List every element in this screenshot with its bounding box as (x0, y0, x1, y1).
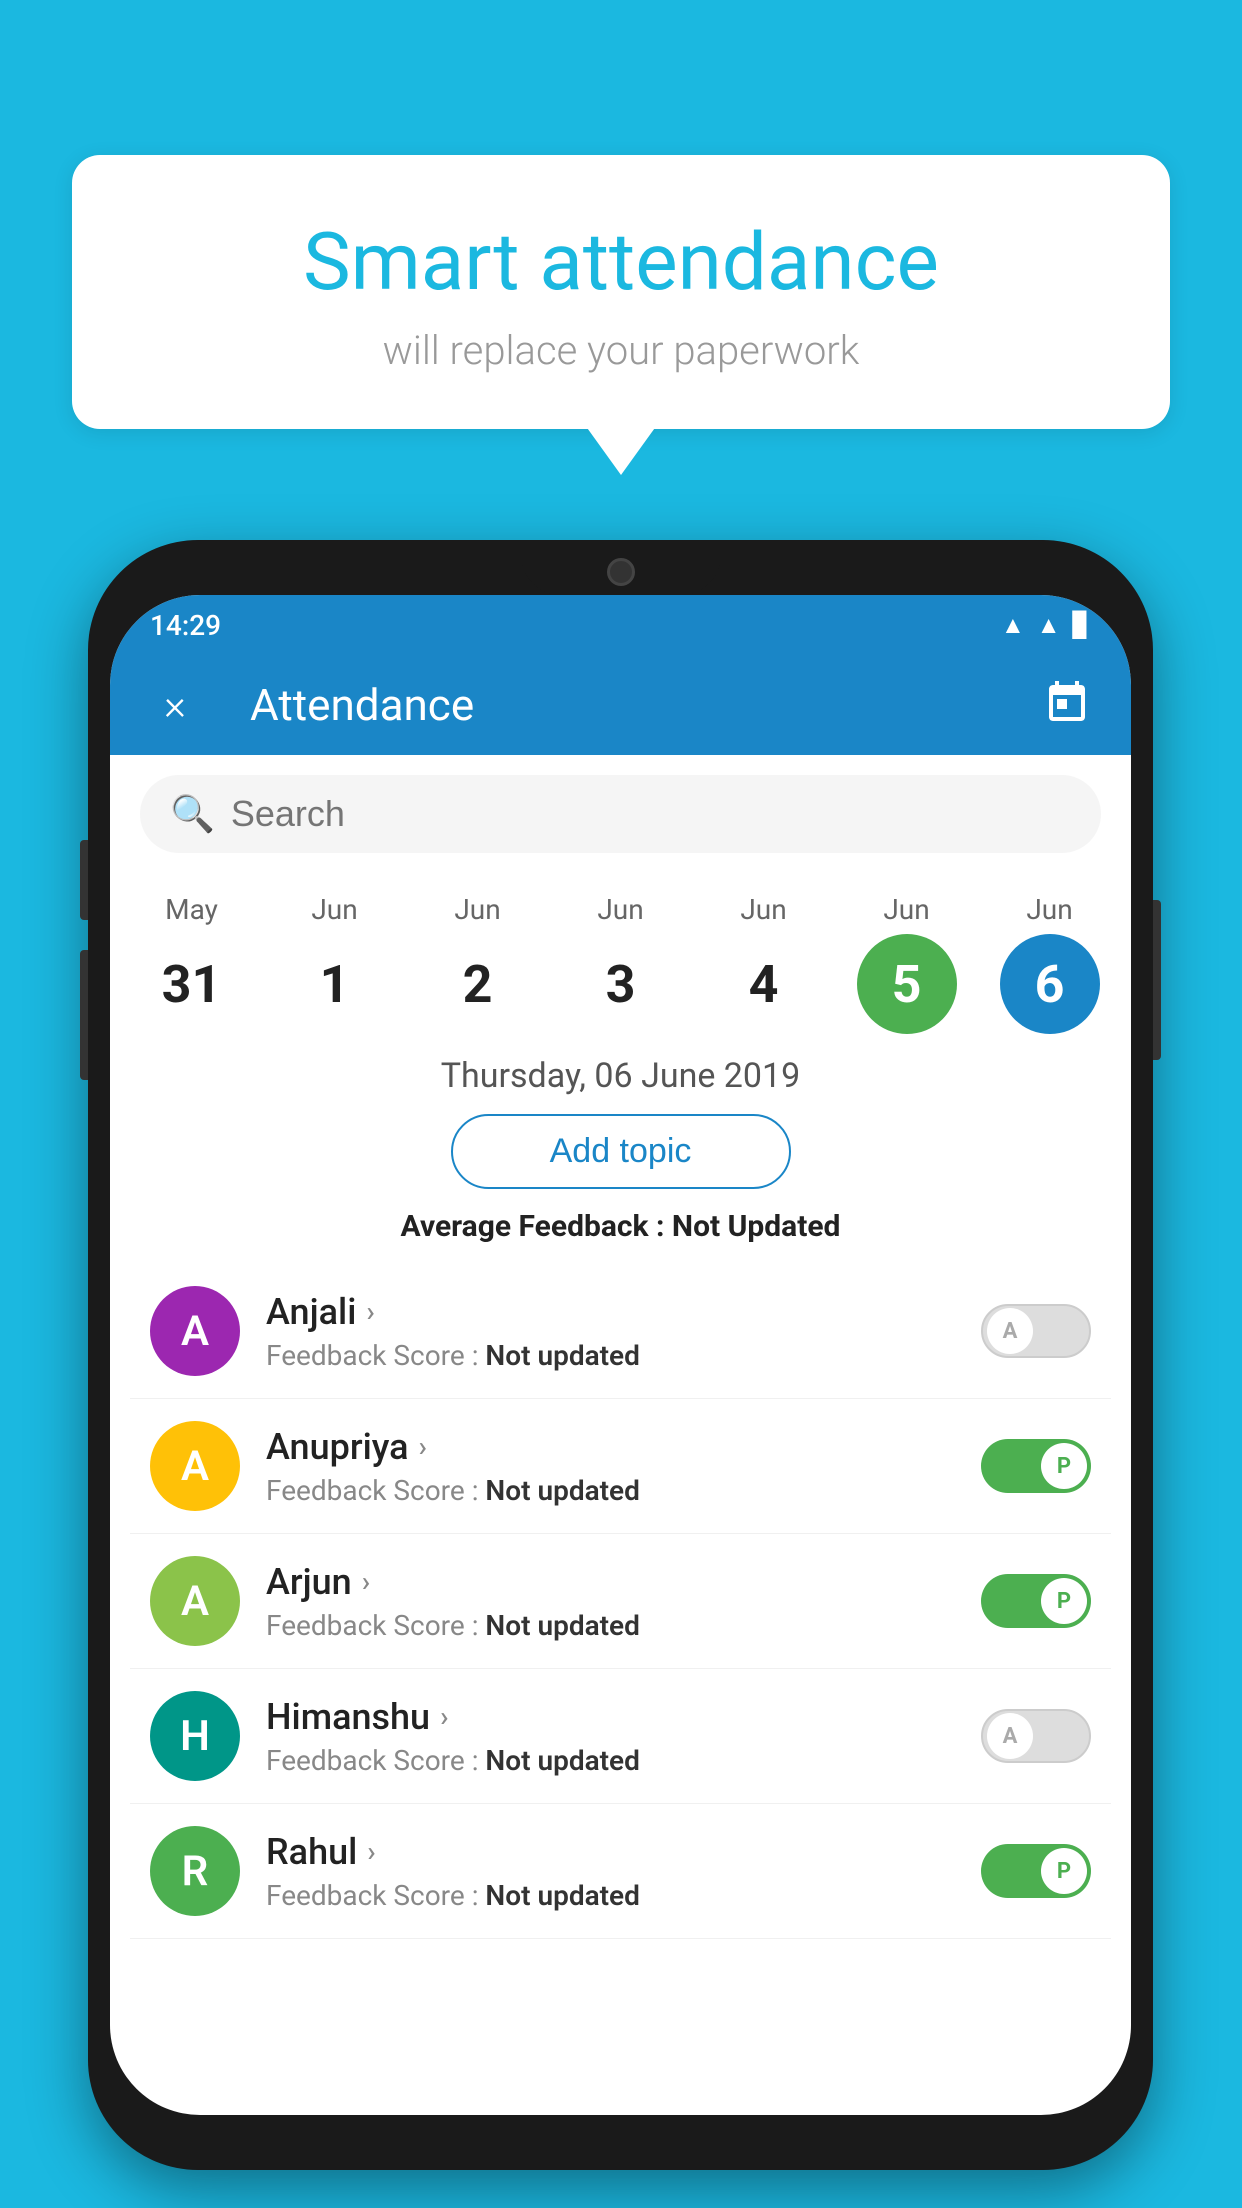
header-title: Attendance (230, 679, 1013, 731)
student-name: Anjali › (266, 1291, 955, 1333)
student-score: Feedback Score : Not updated (266, 1474, 955, 1507)
student-score: Feedback Score : Not updated (266, 1339, 955, 1372)
calendar-day[interactable]: Jun 4 (696, 893, 831, 1034)
phone-button-vol-down (80, 950, 88, 1080)
search-input[interactable] (231, 793, 1071, 835)
student-avatar: A (150, 1286, 240, 1376)
calendar-month: Jun (454, 893, 500, 926)
calendar-date[interactable]: 4 (714, 934, 814, 1034)
student-info: Himanshu › Feedback Score : Not updated (266, 1696, 955, 1777)
toggle-knob: P (1041, 1848, 1087, 1894)
student-score: Feedback Score : Not updated (266, 1879, 955, 1912)
attendance-toggle[interactable]: A (981, 1304, 1091, 1358)
bubble-title: Smart attendance (152, 215, 1090, 309)
chevron-right-icon: › (367, 1835, 375, 1868)
selected-date-label: Thursday, 06 June 2019 (110, 1056, 1131, 1096)
toggle-knob: P (1041, 1443, 1087, 1489)
calendar-date[interactable]: 1 (285, 934, 385, 1034)
phone-frame: 14:29 ▲ ▲ ▊ × Attendance 🔍 May 31 Jun 1 Jun 2… (88, 540, 1153, 2170)
calendar-month: May (165, 893, 218, 926)
calendar-month: Jun (740, 893, 786, 926)
average-feedback-value: Not Updated (672, 1209, 841, 1244)
student-item[interactable]: H Himanshu › Feedback Score : Not updated A (130, 1669, 1111, 1804)
calendar-date[interactable]: 3 (571, 934, 671, 1034)
student-avatar: A (150, 1421, 240, 1511)
chevron-right-icon: › (362, 1565, 370, 1598)
calendar-day[interactable]: Jun 5 (839, 893, 974, 1034)
toggle-knob: P (1041, 1578, 1087, 1624)
phone-button-vol-up (80, 840, 88, 920)
student-avatar: H (150, 1691, 240, 1781)
student-info: Rahul › Feedback Score : Not updated (266, 1831, 955, 1912)
attendance-toggle[interactable]: P (981, 1574, 1091, 1628)
student-item[interactable]: R Rahul › Feedback Score : Not updated P (130, 1804, 1111, 1939)
average-feedback: Average Feedback : Not Updated (110, 1209, 1131, 1244)
calendar-date[interactable]: 6 (1000, 934, 1100, 1034)
calendar-date[interactable]: 5 (857, 934, 957, 1034)
status-icons: ▲ ▲ ▊ (1001, 611, 1091, 640)
calendar-date[interactable]: 2 (428, 934, 528, 1034)
calendar-month: Jun (597, 893, 643, 926)
close-button[interactable]: × (150, 681, 200, 730)
student-score: Feedback Score : Not updated (266, 1744, 955, 1777)
calendar-icon[interactable] (1043, 679, 1091, 731)
wifi-icon: ▲ (1001, 611, 1025, 640)
chevron-right-icon: › (419, 1430, 427, 1463)
signal-icon: ▲ (1037, 611, 1061, 640)
attendance-toggle[interactable]: P (981, 1844, 1091, 1898)
student-item[interactable]: A Arjun › Feedback Score : Not updated P (130, 1534, 1111, 1669)
calendar-date[interactable]: 31 (142, 934, 242, 1034)
status-time: 14:29 (150, 609, 221, 642)
calendar-month: Jun (1026, 893, 1072, 926)
student-avatar: R (150, 1826, 240, 1916)
average-feedback-label: Average Feedback : (401, 1209, 672, 1244)
chevron-right-icon: › (366, 1295, 374, 1328)
calendar-month: Jun (883, 893, 929, 926)
student-name: Anupriya › (266, 1426, 955, 1468)
student-info: Anupriya › Feedback Score : Not updated (266, 1426, 955, 1507)
student-avatar: A (150, 1556, 240, 1646)
student-item[interactable]: A Anupriya › Feedback Score : Not updated P (130, 1399, 1111, 1534)
calendar-day[interactable]: Jun 2 (410, 893, 545, 1034)
bubble-subtitle: will replace your paperwork (152, 327, 1090, 374)
calendar-dates-row: May 31 Jun 1 Jun 2 Jun 3 Jun 4 Jun 5 Jun 6 (110, 873, 1131, 1034)
phone-screen: 14:29 ▲ ▲ ▊ × Attendance 🔍 May 31 Jun 1 Jun 2… (110, 595, 1131, 2115)
search-icon: 🔍 (170, 793, 215, 835)
attendance-toggle[interactable]: P (981, 1439, 1091, 1493)
student-name: Arjun › (266, 1561, 955, 1603)
calendar-day[interactable]: Jun 3 (553, 893, 688, 1034)
calendar-day[interactable]: May 31 (124, 893, 259, 1034)
attendance-toggle[interactable]: A (981, 1709, 1091, 1763)
speech-bubble-container: Smart attendance will replace your paper… (72, 155, 1170, 429)
calendar-day[interactable]: Jun 1 (267, 893, 402, 1034)
toggle-knob: A (987, 1308, 1033, 1354)
student-info: Arjun › Feedback Score : Not updated (266, 1561, 955, 1642)
student-info: Anjali › Feedback Score : Not updated (266, 1291, 955, 1372)
search-bar[interactable]: 🔍 (140, 775, 1101, 853)
student-item[interactable]: A Anjali › Feedback Score : Not updated A (130, 1264, 1111, 1399)
phone-button-power (1153, 900, 1161, 1060)
calendar-month: Jun (311, 893, 357, 926)
student-list: AAnjali ›Feedback Score : Not updatedAAA… (110, 1264, 1131, 1939)
calendar-day[interactable]: Jun 6 (982, 893, 1117, 1034)
app-header: × Attendance (110, 655, 1131, 755)
battery-icon: ▊ (1073, 611, 1091, 639)
toggle-knob: A (987, 1713, 1033, 1759)
speech-bubble: Smart attendance will replace your paper… (72, 155, 1170, 429)
phone-notch (521, 540, 721, 595)
chevron-right-icon: › (440, 1700, 448, 1733)
status-bar: 14:29 ▲ ▲ ▊ (110, 595, 1131, 655)
student-score: Feedback Score : Not updated (266, 1609, 955, 1642)
phone-camera (607, 558, 635, 586)
student-name: Himanshu › (266, 1696, 955, 1738)
student-name: Rahul › (266, 1831, 955, 1873)
add-topic-button[interactable]: Add topic (451, 1114, 791, 1189)
